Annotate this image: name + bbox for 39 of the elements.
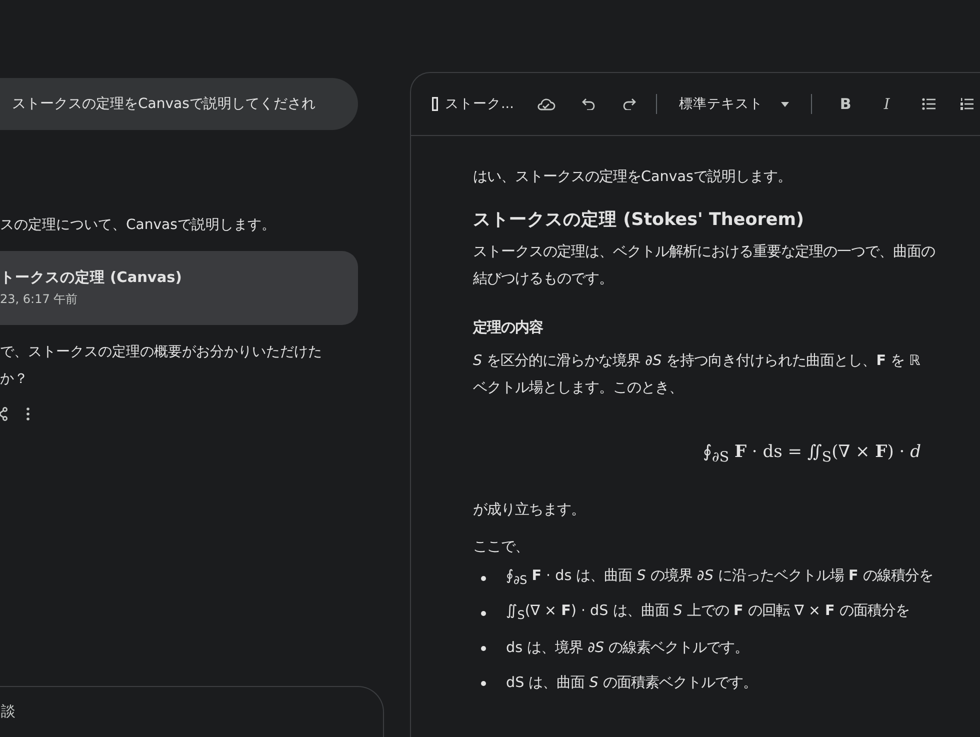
undo-icon[interactable]	[582, 98, 596, 110]
bullet-item: dS は、曲面 S の面積素ベクトルです。	[506, 674, 757, 694]
more-icon[interactable]	[26, 407, 30, 421]
numbered-list-icon[interactable]	[960, 98, 974, 110]
caret-icon	[780, 102, 789, 106]
math-equation: ∮$_{∂S}$ F · ds = ∬$_{S}$(∇ × F) · d	[703, 441, 922, 468]
paragraph: ベクトル場とします。このとき、	[473, 379, 684, 398]
section-heading: ストークスの定理 (Stokes' Theorem)	[473, 208, 806, 232]
bullet-icon	[481, 681, 486, 686]
paragraph: S を区分的に滑らかな境界 ∂S を持つ向き付けられた曲面とし、F を ℝ	[473, 352, 922, 371]
card-date: 23, 6:17 午前	[0, 291, 79, 308]
text-style-dropdown[interactable]: 標準テキスト	[678, 95, 789, 113]
paragraph: が成り立ちます。	[473, 500, 586, 520]
user-message: ストークスの定理をCanvasで説明してくだされ	[0, 78, 358, 130]
document-icon	[432, 97, 438, 111]
bullet-item: ds は、境界 ∂S の線素ベクトルです。	[506, 638, 749, 658]
bullet-icon	[481, 646, 486, 652]
document-title[interactable]: ストーク...	[432, 95, 514, 113]
paragraph: 結びつけるものです。	[473, 270, 614, 289]
reply-text: スの定理について、Canvasで説明します。	[0, 216, 276, 235]
cloud-icon[interactable]	[536, 97, 556, 111]
reply-text: か？	[0, 370, 29, 389]
redo-icon[interactable]	[622, 98, 636, 110]
canvas-card[interactable]: トークスの定理 (Canvas) 23, 6:17 午前	[0, 251, 358, 325]
document-title-text: ストーク...	[445, 95, 514, 113]
bullet-icon	[481, 576, 486, 582]
prompt-input[interactable]: 談	[1, 704, 201, 720]
bullet-icon	[481, 611, 486, 616]
bulleted-list-icon[interactable]	[922, 98, 936, 110]
paragraph: ストークスの定理は、ベクトル解析における重要な定理の一つで、曲面の	[473, 242, 936, 262]
bullet-item: ∮$_{∂S}$ F · ds は、曲面 S の境界 ∂S に沿ったベクトル場 F の線積分を	[506, 566, 933, 590]
bullet-item: ∬$_{S}$(∇ × F) · dS は、曲面 S 上での F の回転 ∇ × F の面積分を	[506, 602, 910, 624]
paragraph: ここで、	[473, 538, 530, 558]
bold-button[interactable]: B	[840, 95, 878, 113]
subsection-heading: 定理の内容	[473, 318, 544, 338]
italic-button[interactable]: I	[884, 95, 922, 113]
card-title: トークスの定理 (Canvas)	[0, 268, 183, 287]
reply-text: で、ストークスの定理の概要がお分かりいただけた	[0, 343, 323, 362]
paragraph: はい、ストークスの定理をCanvasで説明します。	[473, 168, 792, 187]
